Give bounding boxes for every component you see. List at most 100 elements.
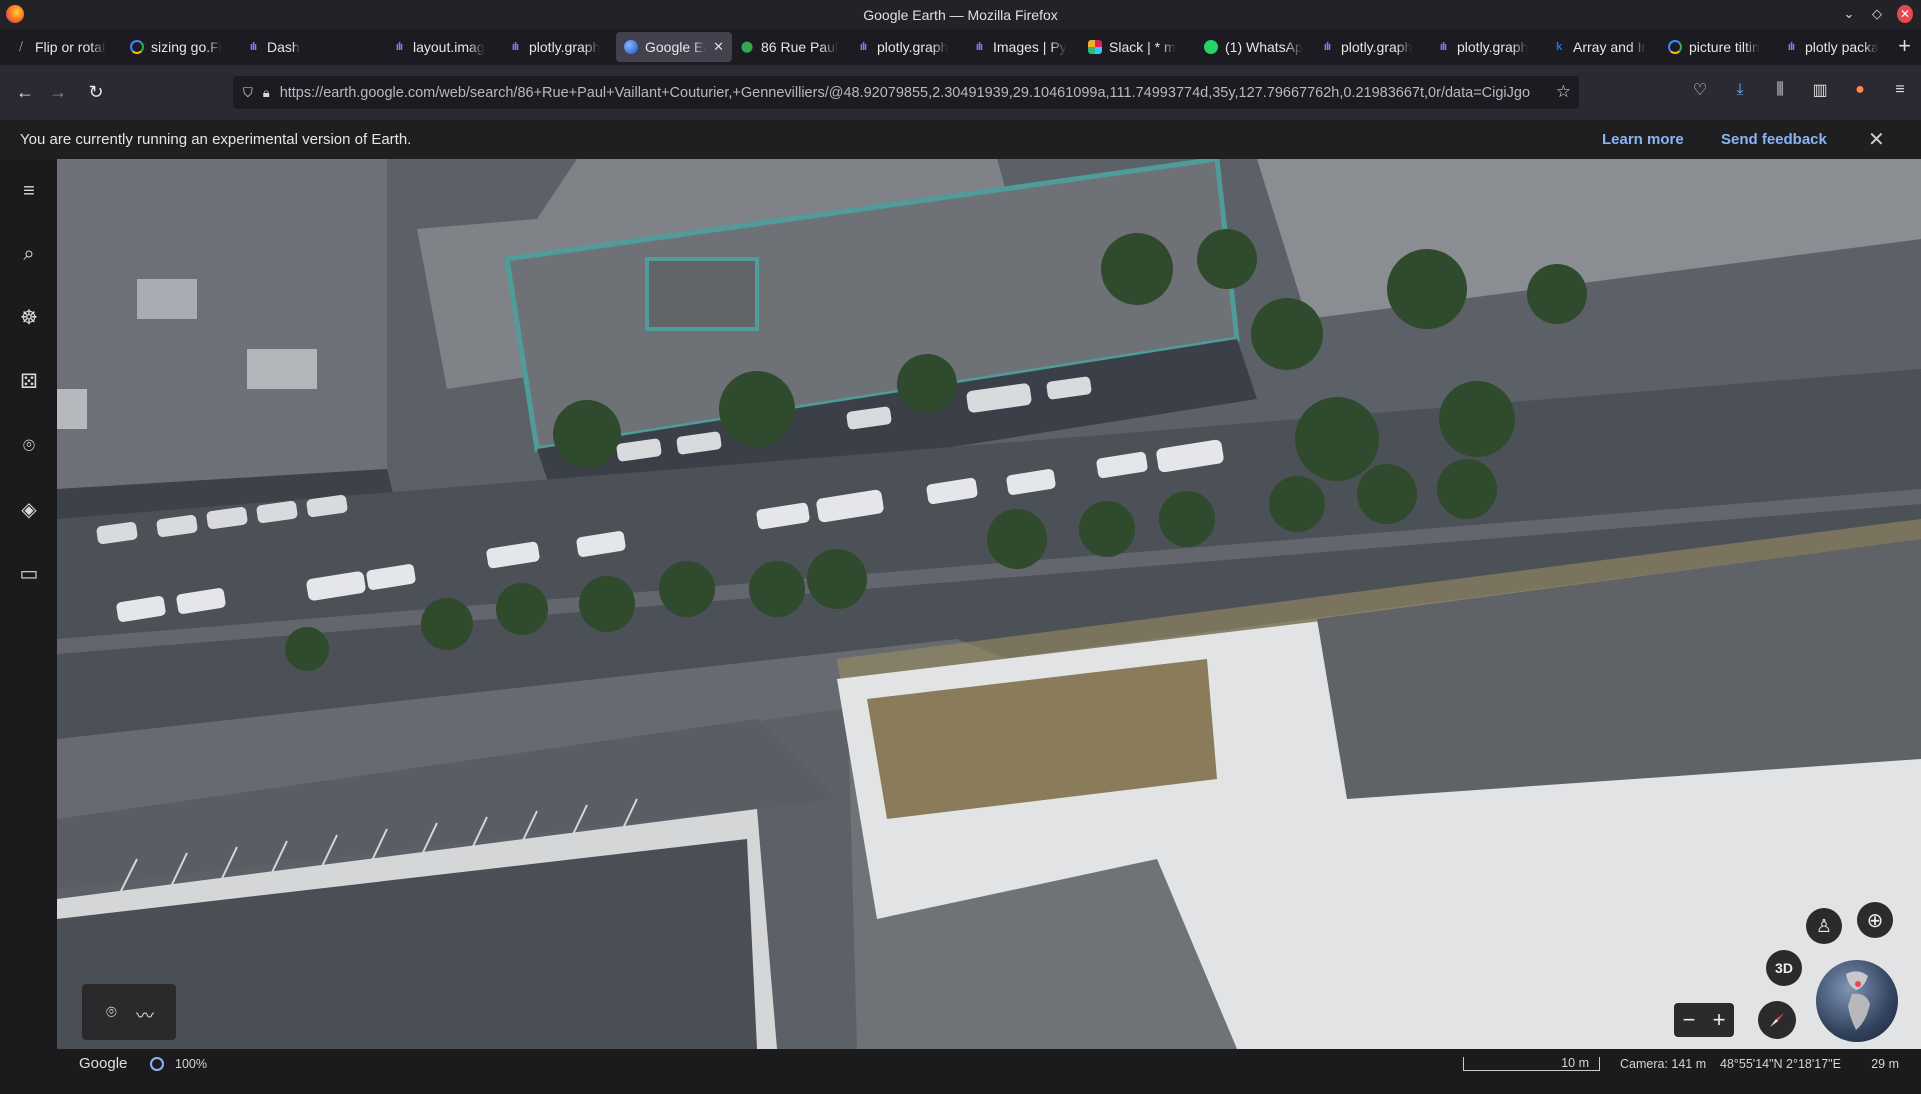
tab-plotly-package[interactable]: ılı plotly packa: [1776, 32, 1892, 62]
forward-icon[interactable]: →: [47, 82, 69, 102]
plotly-icon: ılı: [975, 41, 983, 53]
roof-vent: [247, 349, 317, 389]
compass-needle-south: [1770, 1019, 1778, 1027]
street-view-pegman-button[interactable]: ♙: [1806, 908, 1842, 944]
draw-path-icon[interactable]: 〰: [136, 1002, 154, 1028]
close-tab-icon[interactable]: ✕: [713, 39, 724, 55]
toggle-3d-label: 3D: [1775, 960, 1793, 976]
tree: [719, 371, 795, 447]
google-icon: [1668, 40, 1682, 54]
tree: [579, 576, 635, 632]
slack-icon: [1088, 40, 1102, 54]
pegman-icon: ♙: [1815, 915, 1833, 936]
tab-array[interactable]: k Array and Ir: [1544, 32, 1660, 62]
toggle-3d-button[interactable]: 3D: [1766, 950, 1802, 986]
ground-altitude: 29 m: [1871, 1057, 1899, 1071]
map-tool-panel: ⌾ 〰: [82, 984, 176, 1040]
plotly-icon: ılı: [1787, 41, 1795, 53]
tree: [1387, 249, 1467, 329]
tab-slack[interactable]: Slack | * m: [1080, 32, 1196, 62]
earth-sidebar: ≡ ⌕ ☸ ⚄ ⌾ ◈ ▭: [0, 159, 57, 1094]
library-icon[interactable]: ⫼: [1769, 81, 1791, 99]
pocket-icon[interactable]: ♡: [1689, 80, 1711, 100]
sidebar-toggle-icon[interactable]: ▥: [1809, 80, 1831, 100]
close-banner-icon[interactable]: ✕: [1868, 127, 1885, 152]
zoom-in-button[interactable]: +: [1713, 1007, 1726, 1033]
banner-message: You are currently running an experimenta…: [20, 131, 412, 148]
aerial-imagery[interactable]: [57, 159, 1921, 1049]
download-icon[interactable]: ⤓: [1729, 81, 1751, 99]
tree: [1197, 229, 1257, 289]
url-bar[interactable]: ⛉ 🔒︎ https://earth.google.com/web/search…: [233, 76, 1579, 109]
flip-icon: ⧸: [19, 41, 23, 53]
send-feedback-link[interactable]: Send feedback: [1721, 131, 1827, 148]
tree: [987, 509, 1047, 569]
restore-icon[interactable]: ◇: [1869, 6, 1885, 22]
tab-flip-or-rotate[interactable]: ⧸ Flip or rotat: [6, 32, 122, 62]
tab-plotly-graph-4[interactable]: ılı plotly.graph: [1428, 32, 1544, 62]
tree: [807, 549, 867, 609]
placemark-pin-icon[interactable]: ⌾: [106, 1002, 117, 1023]
maps-pin-icon: ⬤: [740, 41, 754, 53]
tab-images-py[interactable]: ılı Images | Py: [964, 32, 1080, 62]
location-marker: [1855, 981, 1861, 987]
compass-needle-north: [1776, 1013, 1784, 1021]
feeling-lucky-dice-icon[interactable]: ⚄: [17, 370, 41, 394]
tab-whatsapp[interactable]: (1) WhatsAp: [1196, 32, 1312, 62]
tree: [1295, 397, 1379, 481]
tab-layout-image[interactable]: ılı layout.imag: [384, 32, 500, 62]
africa-landmass: [1848, 993, 1870, 1030]
loading-percent: 100%: [175, 1057, 207, 1071]
tab-picture-tilting[interactable]: picture tiltin: [1660, 32, 1776, 62]
projects-pin-icon[interactable]: ⌾: [17, 434, 41, 458]
scale-bar: 10 m: [1463, 1057, 1600, 1071]
search-icon[interactable]: ⌕: [17, 242, 41, 266]
window-controls: ⌄ ◇ ✕: [1841, 5, 1913, 23]
hamburger-menu-icon[interactable]: ≡: [17, 179, 41, 203]
zoom-out-button[interactable]: −: [1683, 1007, 1696, 1033]
tab-plotly-graph-1[interactable]: ılı plotly.graph: [500, 32, 616, 62]
globe-overview-map[interactable]: [1816, 960, 1898, 1042]
menu-icon[interactable]: ≡: [1889, 81, 1911, 99]
tree: [659, 561, 715, 617]
tree: [1439, 381, 1515, 457]
back-icon[interactable]: ←: [14, 82, 36, 102]
tab-sizing[interactable]: sizing go.Fi: [122, 32, 238, 62]
earth-icon: [624, 40, 638, 54]
close-window-icon[interactable]: ✕: [1897, 5, 1913, 23]
satellite-map-view[interactable]: ⌾ 〰 ♙ ⊕ 3D − +: [57, 159, 1921, 1049]
learn-more-link[interactable]: Learn more: [1602, 131, 1684, 148]
plotly-icon: ılı: [859, 41, 867, 53]
tab-dash[interactable]: ılı Dash: [238, 32, 354, 62]
tab-plotly-graph-3[interactable]: ılı plotly.graph: [1312, 32, 1428, 62]
tree: [1269, 476, 1325, 532]
voyager-wheel-icon[interactable]: ☸: [17, 306, 41, 330]
lock-icon[interactable]: 🔒︎: [263, 85, 270, 101]
tree: [1437, 459, 1497, 519]
map-style-layers-icon[interactable]: ◈: [17, 498, 41, 522]
minimize-icon[interactable]: ⌄: [1841, 6, 1857, 22]
window-title: Google Earth — Mozilla Firefox: [863, 6, 1058, 23]
tree: [1527, 264, 1587, 324]
compass-button[interactable]: [1758, 1001, 1796, 1039]
tree: [1251, 298, 1323, 370]
bookmark-star-icon[interactable]: ☆: [1556, 82, 1571, 102]
extension-icon[interactable]: ●: [1849, 81, 1871, 99]
tab-google-earth[interactable]: Google Ea ✕: [616, 32, 732, 62]
url-text[interactable]: https://earth.google.com/web/search/86+R…: [280, 85, 1530, 101]
reload-icon[interactable]: ↻: [85, 82, 107, 102]
loading-indicator-icon: [150, 1057, 164, 1071]
tab-plotly-graph-2[interactable]: ılı plotly.graph: [848, 32, 964, 62]
tab-86-rue-paul[interactable]: ⬤ 86 Rue Paul: [732, 32, 848, 62]
new-tab-icon[interactable]: +: [1898, 33, 1911, 59]
measure-ruler-icon[interactable]: ▭: [17, 562, 41, 586]
my-location-button[interactable]: ⊕: [1857, 902, 1893, 938]
plotly-icon: ılı: [249, 41, 257, 53]
plotly-icon: ılı: [395, 41, 403, 53]
plotly-icon: ılı: [1439, 41, 1447, 53]
shield-icon[interactable]: ⛉: [243, 85, 253, 101]
k-icon: k: [1555, 41, 1563, 53]
roof-vent: [137, 279, 197, 319]
europe-landmass: [1846, 971, 1868, 990]
window-titlebar: Google Earth — Mozilla Firefox ⌄ ◇ ✕: [0, 0, 1921, 29]
